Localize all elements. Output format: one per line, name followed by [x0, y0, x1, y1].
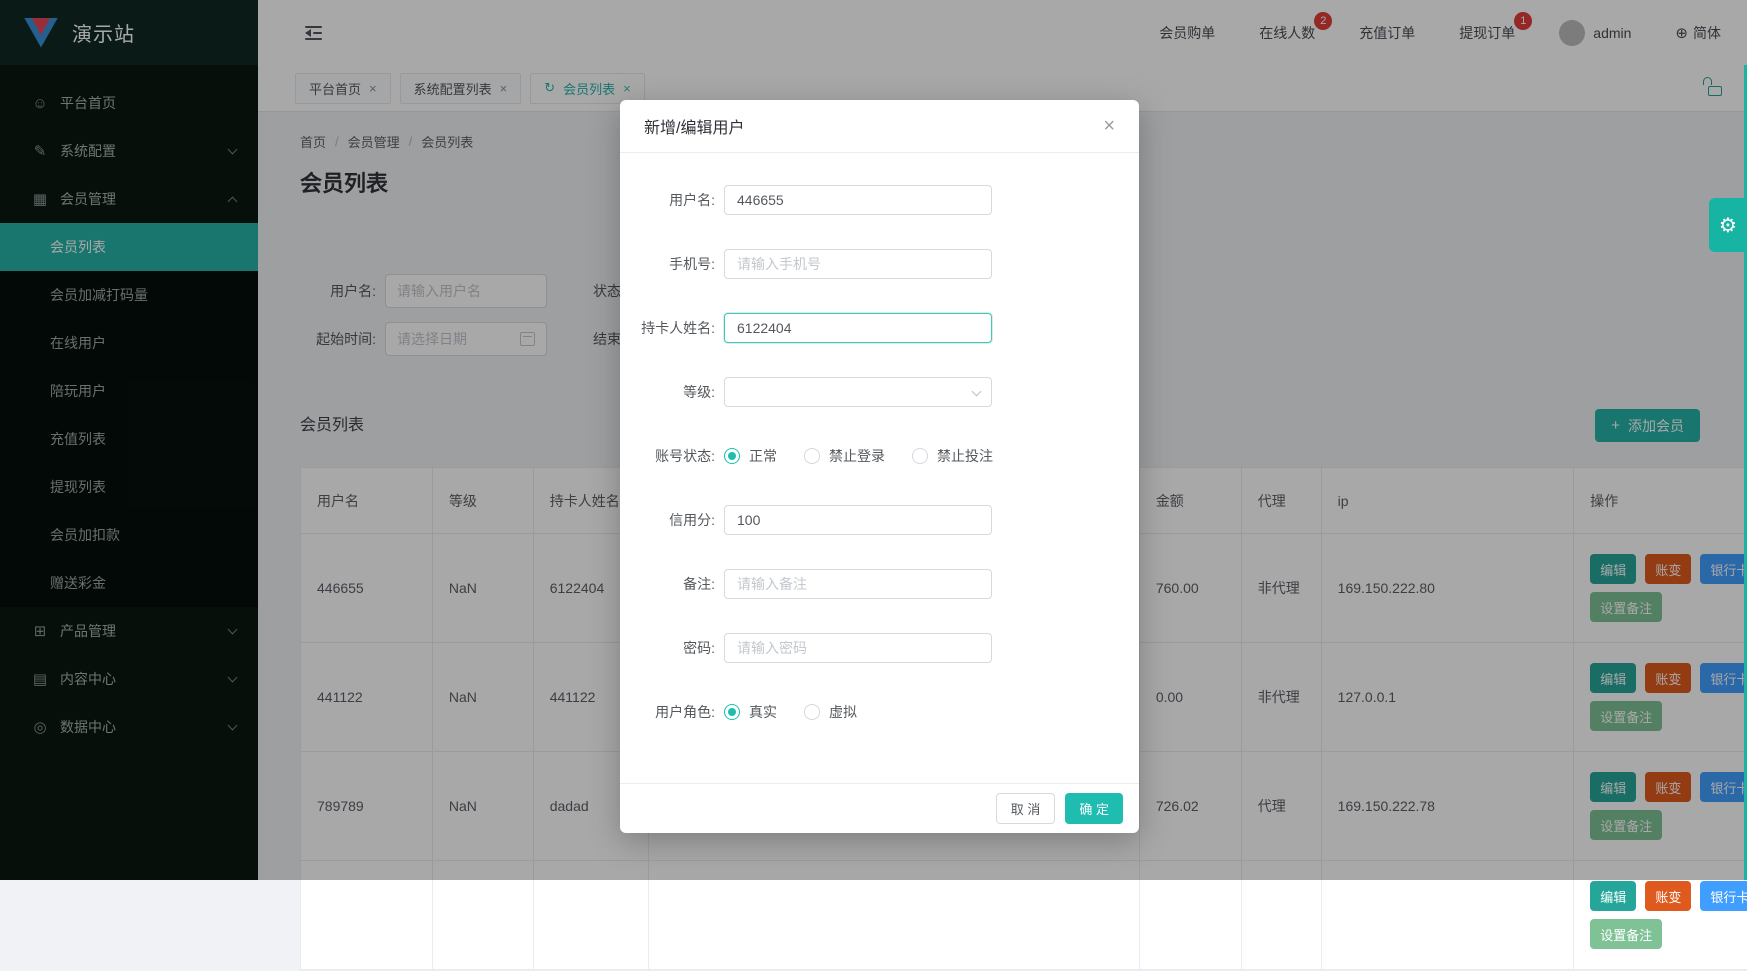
- credit-label: 信用分:: [620, 510, 715, 530]
- dialog-footer: 取 消 确 定: [620, 783, 1139, 833]
- password-field[interactable]: [724, 633, 992, 663]
- close-icon[interactable]: ×: [1103, 116, 1115, 136]
- radio-forbid-login[interactable]: 禁止登录: [804, 446, 885, 466]
- phone-field[interactable]: [724, 249, 992, 279]
- account-status-radio-group: 正常 禁止登录 禁止投注: [724, 446, 993, 466]
- username-label: 用户名:: [620, 190, 715, 210]
- cardholder-field[interactable]: [724, 313, 992, 343]
- credit-field[interactable]: [724, 505, 992, 535]
- form-row-level: 等级:: [620, 377, 1139, 407]
- password-label: 密码:: [620, 638, 715, 658]
- radio-virtual[interactable]: 虚拟: [804, 702, 857, 722]
- phone-label: 手机号:: [620, 254, 715, 274]
- bank-card-button[interactable]: 银行卡: [1700, 881, 1747, 911]
- chevron-down-icon: [972, 386, 982, 396]
- level-select[interactable]: [724, 377, 992, 407]
- dialog-title: 新增/编辑用户: [644, 114, 744, 138]
- set-remark-button[interactable]: 设置备注: [1590, 919, 1662, 949]
- add-edit-user-dialog: 新增/编辑用户 × 用户名: 手机号: 持卡人姓名: 等级: 账号状态: 正常: [620, 100, 1139, 833]
- account-status-label: 账号状态:: [620, 446, 715, 466]
- remark-label: 备注:: [620, 574, 715, 594]
- role-label: 用户角色:: [620, 702, 715, 722]
- username-field[interactable]: [724, 185, 992, 215]
- form-row-phone: 手机号:: [620, 249, 1139, 279]
- radio-normal[interactable]: 正常: [724, 446, 777, 466]
- edit-button[interactable]: 编辑: [1590, 881, 1636, 911]
- dialog-header: 新增/编辑用户 ×: [620, 100, 1139, 153]
- radio-icon: [724, 448, 740, 464]
- form-row-role: 用户角色: 真实 虚拟: [620, 697, 1139, 727]
- gear-icon: ⚙: [1719, 213, 1737, 238]
- form-row-remark: 备注:: [620, 569, 1139, 599]
- account-change-button[interactable]: 账变: [1645, 881, 1691, 911]
- dialog-form: 用户名: 手机号: 持卡人姓名: 等级: 账号状态: 正常 禁止: [620, 153, 1139, 727]
- role-radio-group: 真实 虚拟: [724, 702, 857, 722]
- cardholder-label: 持卡人姓名:: [620, 318, 715, 338]
- confirm-button[interactable]: 确 定: [1065, 793, 1123, 824]
- form-row-account-status: 账号状态: 正常 禁止登录 禁止投注: [620, 441, 1139, 471]
- level-label: 等级:: [620, 382, 715, 402]
- radio-real[interactable]: 真实: [724, 702, 777, 722]
- form-row-password: 密码:: [620, 633, 1139, 663]
- radio-icon: [804, 448, 820, 464]
- form-row-cardholder: 持卡人姓名:: [620, 313, 1139, 343]
- form-row-credit: 信用分:: [620, 505, 1139, 535]
- radio-icon: [912, 448, 928, 464]
- radio-forbid-bet[interactable]: 禁止投注: [912, 446, 993, 466]
- remark-field[interactable]: [724, 569, 992, 599]
- form-row-username: 用户名:: [620, 185, 1139, 215]
- radio-icon: [804, 704, 820, 720]
- settings-panel-button[interactable]: ⚙: [1709, 198, 1747, 252]
- radio-icon: [724, 704, 740, 720]
- cancel-button[interactable]: 取 消: [996, 793, 1056, 824]
